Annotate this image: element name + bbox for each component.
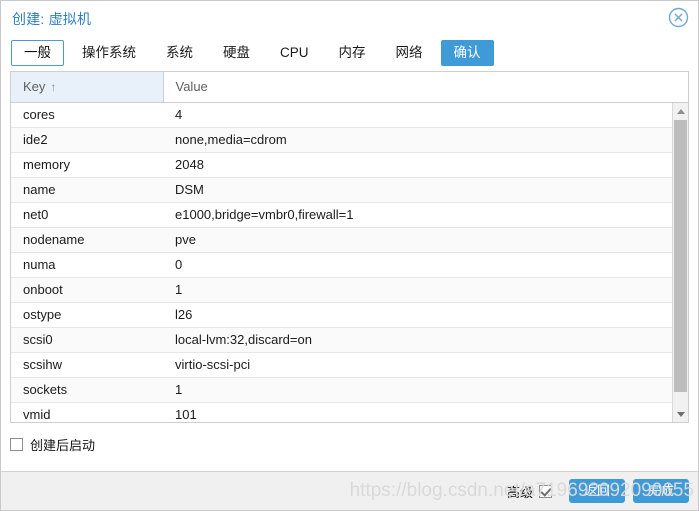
table-row[interactable]: numa 0 — [11, 252, 688, 278]
cell-key: vmid — [11, 402, 163, 422]
tab-general[interactable]: 一般 — [11, 39, 64, 66]
table-row[interactable]: onboot 1 — [11, 277, 688, 303]
column-header-value[interactable]: Value — [163, 72, 688, 103]
vertical-scrollbar[interactable] — [672, 103, 688, 422]
table-header-row: Key ↑ Value — [11, 72, 688, 103]
tab-confirm-label: 确认 — [453, 44, 481, 60]
tab-os[interactable]: 操作系统 — [70, 40, 148, 66]
tab-memory[interactable]: 内存 — [327, 40, 378, 66]
tab-memory-label: 内存 — [338, 44, 366, 60]
table-row[interactable]: net0 e1000,bridge=vmbr0,firewall=1 — [11, 202, 688, 228]
cell-value: e1000,bridge=vmbr0,firewall=1 — [163, 202, 688, 228]
advanced-checkbox[interactable] — [539, 484, 552, 498]
advanced-label: 高级 — [506, 484, 533, 500]
cell-value: local-lvm:32,discard=on — [163, 327, 688, 353]
cell-key: name — [11, 177, 163, 203]
dialog-titlebar: 创建: 虚拟机 — [1, 1, 698, 34]
scroll-up-arrow-icon[interactable] — [673, 103, 688, 119]
table-row[interactable]: ide2 none,media=cdrom — [11, 127, 688, 153]
summary-table: Key ↑ Value cores 4 ide2 none,media=cdrom m… — [11, 72, 688, 422]
table-row[interactable]: sockets 1 — [11, 377, 688, 403]
sort-asc-icon: ↑ — [50, 80, 57, 95]
cell-key: sockets — [11, 377, 163, 403]
cell-value: 1 — [163, 277, 688, 303]
dialog-footer: https://blog.csdn.net/a719692092090655 高… — [1, 471, 698, 510]
start-after-create-checkbox[interactable] — [10, 437, 23, 451]
cell-key: nodename — [11, 227, 163, 253]
scrollbar-thumb[interactable] — [674, 120, 687, 392]
tab-system[interactable]: 系统 — [154, 40, 205, 66]
finish-button[interactable]: 完成 — [633, 479, 689, 503]
column-header-value-label: Value — [175, 79, 208, 95]
cell-key: scsi0 — [11, 327, 163, 353]
cell-value: 0 — [163, 252, 688, 278]
table-row[interactable]: scsihw virtio-scsi-pci — [11, 352, 688, 378]
tab-network[interactable]: 网络 — [384, 40, 435, 66]
dialog-title: 创建: 虚拟机 — [12, 11, 92, 27]
table-row[interactable]: nodename pve — [11, 227, 688, 253]
tab-system-label: 系统 — [166, 44, 193, 60]
table-row[interactable]: memory 2048 — [11, 152, 688, 178]
wizard-tabstrip: 一般 操作系统 系统 硬盘 CPU 内存 网络 确认 — [1, 34, 698, 71]
cell-key: ide2 — [11, 127, 163, 153]
tab-general-label: 一般 — [24, 44, 51, 60]
cell-key: numa — [11, 252, 163, 278]
cell-value: none,media=cdrom — [163, 127, 688, 153]
cell-value: 2048 — [163, 152, 688, 178]
back-button[interactable]: 返回 — [569, 479, 625, 503]
cell-key: memory — [11, 152, 163, 178]
dialog-body: Key ↑ Value cores 4 ide2 none,media=cdrom m… — [1, 71, 698, 471]
table-row[interactable]: name DSM — [11, 177, 688, 203]
tab-confirm[interactable]: 确认 — [440, 39, 494, 66]
cell-value: 1 — [163, 377, 688, 403]
cell-value: l26 — [163, 302, 688, 328]
table-row[interactable]: cores 4 — [11, 102, 688, 128]
cell-value: 4 — [163, 102, 688, 128]
tab-os-label: 操作系统 — [82, 44, 136, 60]
tab-network-label: 网络 — [395, 44, 423, 60]
table-row[interactable]: vmid 101 — [11, 402, 688, 422]
tab-harddisk[interactable]: 硬盘 — [211, 40, 262, 66]
scroll-down-arrow-icon[interactable] — [673, 406, 688, 422]
cell-value: DSM — [163, 177, 688, 203]
start-after-create-label: 创建后启动 — [30, 437, 96, 453]
advanced-group: 高级 — [507, 482, 552, 501]
cell-key: ostype — [11, 302, 163, 328]
summary-table-body: cores 4 ide2 none,media=cdrom memory 2048 n… — [11, 102, 688, 422]
cell-value: pve — [163, 227, 688, 253]
cell-key: cores — [11, 102, 163, 128]
start-after-create-row: 创建后启动 — [10, 434, 689, 454]
tab-harddisk-label: 硬盘 — [223, 44, 250, 60]
cell-value: virtio-scsi-pci — [163, 352, 688, 378]
tab-cpu-label: CPU — [280, 44, 309, 60]
table-row[interactable]: ostype l26 — [11, 302, 688, 328]
summary-grid: Key ↑ Value cores 4 ide2 none,media=cdrom m… — [10, 71, 689, 423]
tab-cpu[interactable]: CPU — [268, 40, 321, 66]
cell-key: net0 — [11, 202, 163, 228]
create-vm-dialog: 创建: 虚拟机 一般 操作系统 系统 硬盘 CPU 内存 网络 确认 Key ↑… — [0, 0, 699, 511]
cell-key: onboot — [11, 277, 163, 303]
column-header-key[interactable]: Key ↑ — [11, 72, 164, 103]
column-header-key-label: Key — [23, 79, 46, 95]
table-row[interactable]: scsi0 local-lvm:32,discard=on — [11, 327, 688, 353]
cell-value: 101 — [163, 402, 688, 422]
close-icon[interactable] — [668, 7, 689, 28]
cell-key: scsihw — [11, 352, 163, 378]
